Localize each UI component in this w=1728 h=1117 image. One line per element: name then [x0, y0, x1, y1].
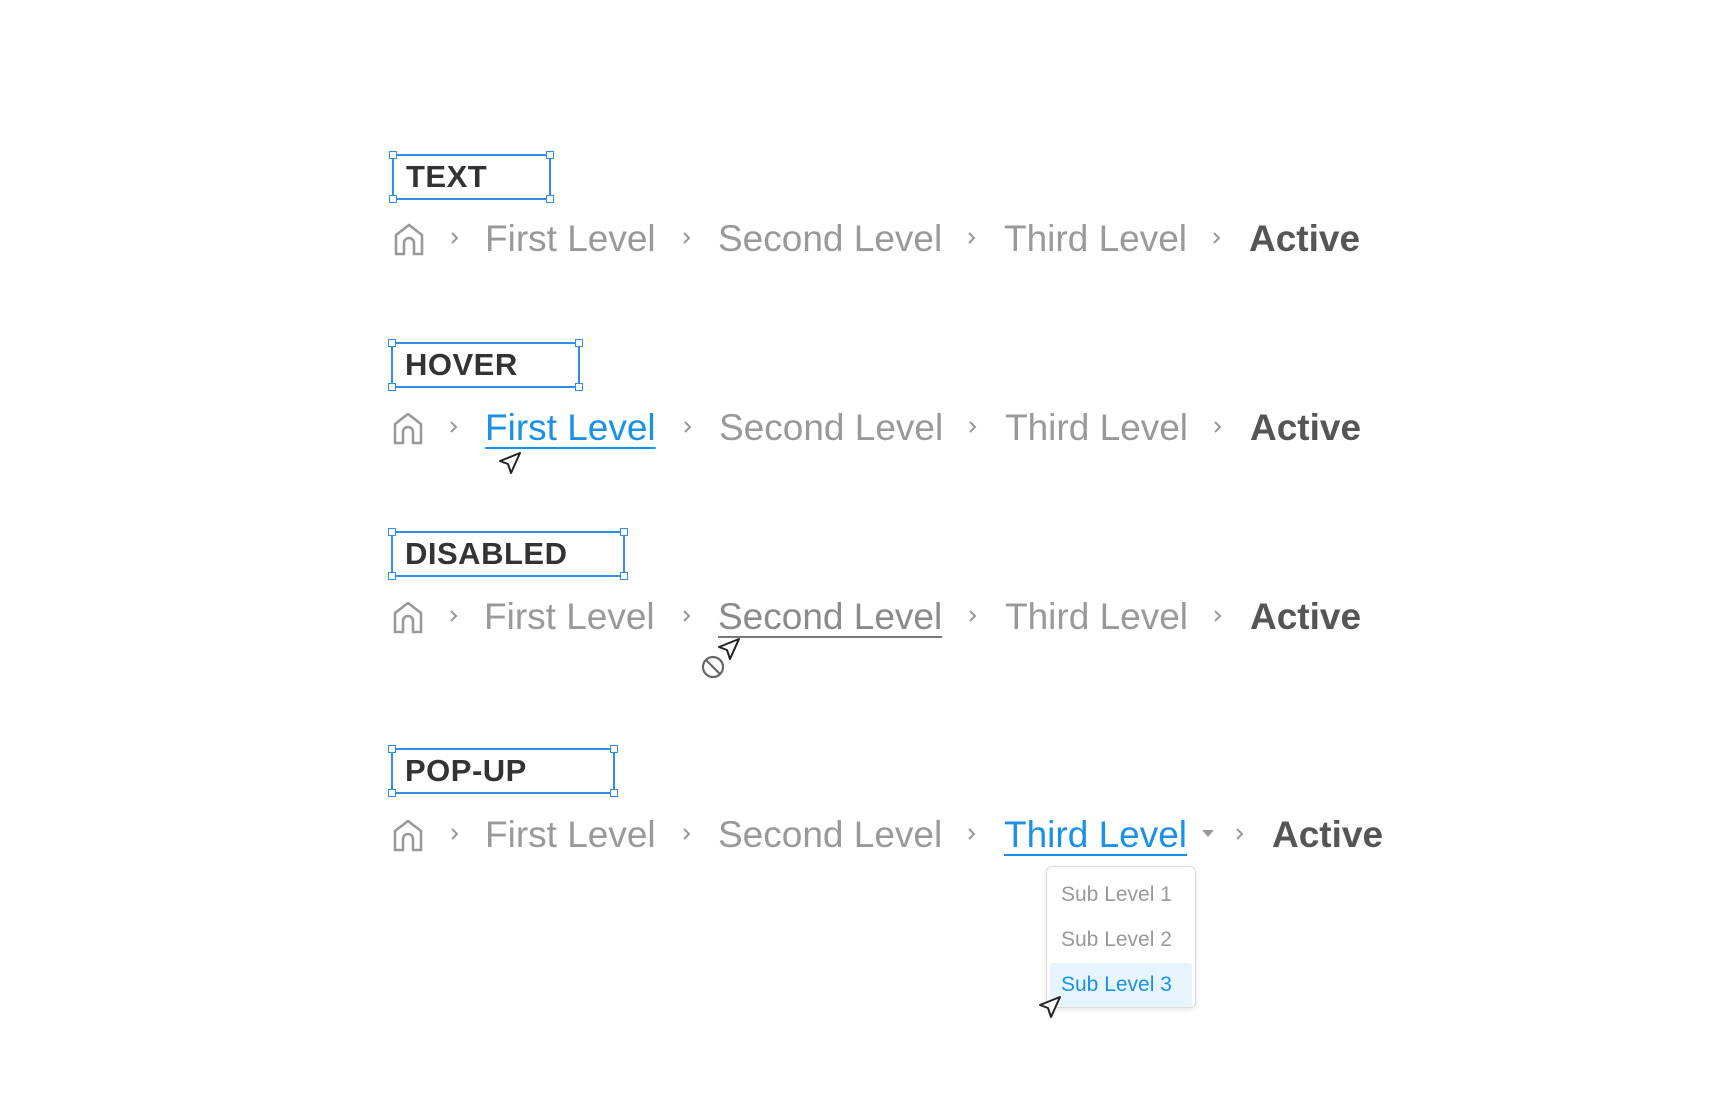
selection-handle [388, 383, 396, 391]
breadcrumb-third-level[interactable]: Third Level [1005, 592, 1188, 642]
chevron-right-icon [969, 421, 977, 433]
caret-down-icon[interactable] [1201, 827, 1215, 841]
selection-handle [388, 572, 396, 580]
breadcrumb-first-level[interactable]: First Level [484, 592, 655, 642]
breadcrumb-active: Active [1272, 814, 1384, 855]
breadcrumb-active: Active [1250, 407, 1362, 448]
state-label-hover: HOVER [388, 339, 583, 391]
navigation-arrow-cursor-icon [499, 452, 521, 474]
breadcrumb-third-level[interactable]: Third Level [1005, 403, 1188, 453]
chevron-right-icon [968, 232, 976, 244]
breadcrumb-disabled-state: First Level Second Level Third Level Act… [387, 592, 1387, 642]
home-icon[interactable] [391, 817, 425, 853]
breadcrumb-popup-state: First Level Second Level Third Level Act… [387, 810, 1387, 860]
dropdown-item-sub-level-1[interactable]: Sub Level 1 [1050, 873, 1192, 917]
selection-handle [546, 151, 554, 159]
state-label-popup: POP-UP [388, 745, 618, 797]
chevron-right-icon [451, 828, 459, 840]
chevron-right-icon [1214, 421, 1222, 433]
breadcrumb-first-level[interactable]: First Level [485, 810, 656, 860]
breadcrumb-second-level[interactable]: Second Level [718, 810, 942, 860]
breadcrumb-active: Active [1249, 218, 1361, 259]
breadcrumb-third-level[interactable]: Third Level [1004, 214, 1187, 264]
state-label-hover-value: HOVER [405, 347, 518, 382]
selection-handle [388, 339, 396, 347]
selection-handle [620, 528, 628, 536]
breadcrumb-second-level[interactable]: Second Level [719, 403, 943, 453]
chevron-right-icon [1214, 610, 1222, 622]
selection-handle [388, 528, 396, 536]
selection-handle [575, 383, 583, 391]
chevron-right-icon [450, 610, 458, 622]
breadcrumb-states-canvas: TEXT First Level Second Level Third Leve… [0, 0, 1728, 1117]
selection-handle [575, 339, 583, 347]
breadcrumb-second-level-disabled: Second Level [718, 596, 943, 637]
navigation-arrow-cursor-icon [1039, 996, 1061, 1018]
not-allowed-icon [701, 655, 725, 679]
dropdown-item-sub-level-2[interactable]: Sub Level 2 [1050, 918, 1192, 962]
chevron-right-icon [683, 610, 691, 622]
state-label-disabled: DISABLED [388, 528, 628, 580]
breadcrumb-third-level-open[interactable]: Third Level [1004, 810, 1187, 860]
chevron-right-icon [451, 232, 459, 244]
breadcrumb-text-state: First Level Second Level Third Level Act… [387, 214, 1387, 264]
chevron-right-icon [968, 828, 976, 840]
selection-handle [546, 195, 554, 203]
dropdown-item-sub-level-3[interactable]: Sub Level 3 [1050, 963, 1192, 1007]
breadcrumb-hover-state: First Level Second Level Third Level Act… [387, 403, 1387, 453]
chevron-right-icon [684, 421, 692, 433]
chevron-right-icon [969, 610, 977, 622]
chevron-right-icon [1213, 232, 1221, 244]
selection-handle [610, 745, 618, 753]
chevron-right-icon [683, 232, 691, 244]
state-label-popup-value: POP-UP [405, 753, 527, 788]
home-icon[interactable] [391, 599, 425, 635]
selection-handle [389, 151, 397, 159]
state-label-disabled-value: DISABLED [405, 536, 568, 571]
breadcrumb-first-level-hovered[interactable]: First Level [485, 403, 656, 453]
chevron-right-icon [1236, 828, 1244, 840]
selection-handle [388, 789, 396, 797]
breadcrumb-first-level[interactable]: First Level [485, 214, 656, 264]
breadcrumb-second-level[interactable]: Second Level [718, 214, 942, 264]
state-label-text: TEXT [389, 151, 554, 203]
selection-handle [388, 745, 396, 753]
state-label-text-value: TEXT [406, 159, 488, 194]
selection-handle [389, 195, 397, 203]
selection-handle [610, 789, 618, 797]
chevron-right-icon [450, 421, 458, 433]
home-icon[interactable] [391, 410, 425, 446]
sub-level-dropdown: Sub Level 1 Sub Level 2 Sub Level 3 [1046, 866, 1196, 1008]
chevron-right-icon [683, 828, 691, 840]
home-icon[interactable] [392, 221, 426, 257]
breadcrumb-active: Active [1250, 596, 1362, 637]
selection-handle [620, 572, 628, 580]
